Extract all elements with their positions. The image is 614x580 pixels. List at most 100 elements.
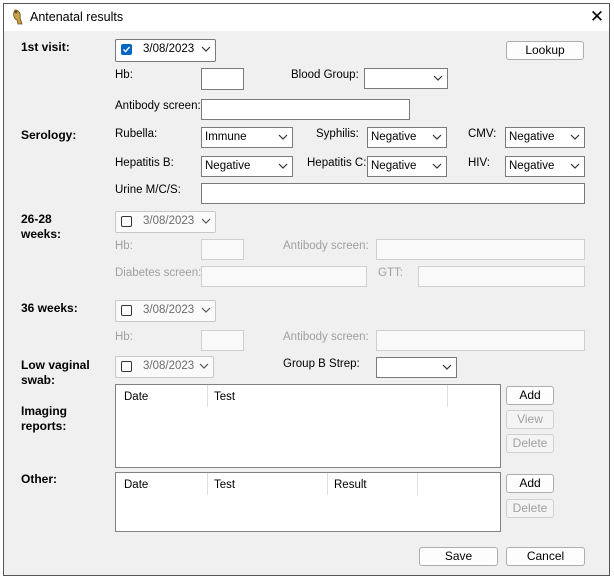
gtt-label: GTT: [378, 267, 403, 279]
blood-group-select[interactable] [364, 68, 448, 89]
section-first-visit: 1st visit: [21, 40, 70, 54]
cmv-label: CMV: [468, 128, 497, 140]
other-delete-button[interactable]: Delete [506, 499, 554, 518]
window-title: Antenatal results [30, 10, 124, 24]
section-low-vaginal-swab: Low vaginal swab: [21, 358, 90, 388]
syphilis-label: Syphilis: [316, 128, 359, 140]
hepatitis-b-value: Negative [205, 160, 251, 172]
cancel-button[interactable]: Cancel [506, 547, 585, 566]
weeks36-date-checkbox[interactable] [121, 305, 132, 316]
imaging-delete-button[interactable]: Delete [506, 434, 554, 453]
chevron-down-icon [442, 364, 452, 370]
blood-group-label: Blood Group: [291, 69, 359, 81]
antibody-screen-label: Antibody screen: [115, 100, 201, 112]
chevron-down-icon [432, 134, 442, 140]
chevron-down-icon [278, 163, 288, 169]
column-divider [417, 473, 418, 495]
first-visit-antibody-input[interactable] [201, 99, 410, 120]
swab-date-value: 3/08/2023 [143, 360, 195, 372]
other-col-date[interactable]: Date [124, 479, 148, 491]
other-col-result[interactable]: Result [334, 479, 367, 491]
group-b-strep-select[interactable] [376, 357, 457, 378]
section-other: Other: [21, 472, 57, 486]
swab-line1: Low vaginal [21, 358, 90, 372]
close-icon[interactable]: ✕ [587, 7, 607, 27]
save-button[interactable]: Save [419, 547, 498, 566]
chevron-down-icon [201, 307, 211, 313]
imaging-line1: Imaging [21, 404, 68, 418]
hiv-value: Negative [509, 160, 555, 172]
section-26-28-line1: 26-28 [21, 212, 52, 226]
horn-icon [13, 9, 23, 25]
weeks26-hb-input[interactable] [201, 239, 244, 260]
other-col-test[interactable]: Test [214, 479, 235, 491]
other-add-button[interactable]: Add [506, 474, 554, 493]
weeks36-date-picker[interactable]: 3/08/2023 [115, 300, 216, 322]
rubella-label: Rubella: [115, 128, 158, 140]
section-serology: Serology: [21, 128, 77, 142]
chevron-down-icon [201, 218, 211, 224]
weeks26-date-checkbox[interactable] [121, 216, 132, 227]
weeks26-date-value: 3/08/2023 [143, 215, 195, 227]
gtt-input[interactable] [418, 266, 585, 287]
first-visit-date-picker[interactable]: 3/08/2023 [115, 39, 216, 62]
title-bar: Antenatal results ✕ [4, 4, 609, 31]
hepatitis-c-label: Hepatitis C: [307, 157, 367, 169]
group-b-strep-label: Group B Strep: [283, 358, 360, 370]
lookup-button[interactable]: Lookup [506, 41, 584, 60]
imaging-view-button[interactable]: View [506, 410, 554, 429]
chevron-down-icon [570, 163, 580, 169]
weeks36-date-value: 3/08/2023 [143, 304, 195, 316]
syphilis-select[interactable]: Negative [367, 127, 447, 148]
imaging-col-date[interactable]: Date [124, 391, 148, 403]
imaging-col-test[interactable]: Test [214, 391, 235, 403]
weeks36-hb-input[interactable] [201, 330, 244, 351]
section-26-28-line2: weeks: [21, 227, 62, 241]
hepatitis-b-select[interactable]: Negative [201, 156, 293, 177]
swab-date-checkbox[interactable] [121, 361, 132, 372]
weeks26-date-picker[interactable]: 3/08/2023 [115, 211, 216, 233]
urine-label: Urine M/C/S: [115, 184, 181, 196]
column-divider [207, 473, 208, 495]
first-visit-date-checkbox[interactable] [121, 44, 132, 55]
hepatitis-c-select[interactable]: Negative [367, 156, 447, 177]
other-list[interactable]: Date Test Result [115, 472, 501, 532]
chevron-down-icon [201, 46, 211, 52]
hepatitis-c-value: Negative [371, 160, 417, 172]
chevron-down-icon [570, 134, 580, 140]
syphilis-value: Negative [371, 131, 417, 143]
hb-label: Hb: [115, 69, 133, 81]
chevron-down-icon [432, 163, 442, 169]
imaging-line2: reports: [21, 419, 67, 433]
chevron-down-icon [278, 134, 288, 140]
weeks26-hb-label: Hb: [115, 240, 133, 252]
chevron-down-icon [199, 363, 209, 369]
cmv-value: Negative [509, 131, 555, 143]
diabetes-screen-label: Diabetes screen: [115, 267, 202, 279]
section-36-weeks: 36 weeks: [21, 301, 78, 315]
hepatitis-b-label: Hepatitis B: [115, 157, 174, 169]
section-26-28-weeks: 26-28 weeks: [21, 212, 61, 242]
hiv-select[interactable]: Negative [505, 156, 585, 177]
section-imaging-reports: Imaging reports: [21, 404, 67, 434]
weeks26-antibody-input[interactable] [376, 239, 585, 260]
weeks36-antibody-input[interactable] [376, 330, 585, 351]
column-divider [447, 385, 448, 407]
weeks36-hb-label: Hb: [115, 331, 133, 343]
rubella-value: Immune [205, 131, 247, 143]
rubella-select[interactable]: Immune [201, 127, 293, 148]
diabetes-screen-input[interactable] [201, 266, 367, 287]
urine-input[interactable] [201, 183, 585, 204]
swab-date-picker[interactable]: 3/08/2023 [115, 356, 214, 378]
column-divider [207, 385, 208, 407]
imaging-reports-list[interactable]: Date Test [115, 384, 501, 468]
chevron-down-icon [433, 75, 443, 81]
swab-line2: swab: [21, 373, 56, 387]
cmv-select[interactable]: Negative [505, 127, 585, 148]
weeks26-antibody-label: Antibody screen: [283, 240, 369, 252]
imaging-add-button[interactable]: Add [506, 386, 554, 405]
first-visit-hb-input[interactable] [201, 68, 244, 90]
hiv-label: HIV: [468, 157, 490, 169]
first-visit-date-value: 3/08/2023 [143, 43, 195, 55]
column-divider [327, 473, 328, 495]
